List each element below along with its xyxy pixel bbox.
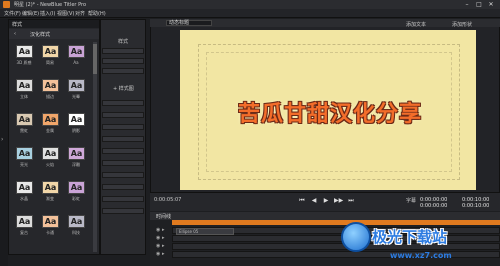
timecode-out-2[interactable]: 0:00:10:00 — [462, 203, 489, 209]
style-thumbnail-label: 彩虹 — [72, 196, 80, 201]
play-icon[interactable]: ▶ — [322, 197, 330, 205]
timeline-clip[interactable]: Ellipse 05 — [176, 228, 234, 235]
style-thumbnail[interactable]: Aa — [16, 181, 33, 194]
step-back-icon[interactable]: ◀ — [310, 197, 318, 205]
property-field[interactable] — [102, 48, 144, 54]
menu-view[interactable]: 视图(V) — [57, 10, 74, 17]
menu-edit[interactable]: 编辑(E) — [22, 10, 39, 17]
back-arrow-icon[interactable]: ‹ — [14, 31, 16, 37]
timeline-track[interactable] — [172, 243, 500, 250]
property-field[interactable] — [102, 68, 144, 74]
library-header — [9, 20, 99, 28]
menu-align[interactable]: 对齐 — [75, 10, 85, 17]
timeline-ruler[interactable] — [172, 220, 500, 225]
style-thumbnail[interactable]: Aa — [16, 215, 33, 228]
property-field[interactable] — [102, 208, 144, 214]
timeline-label: 时间线 — [156, 214, 172, 220]
breadcrumb-label: 汉化样式 — [30, 32, 51, 38]
style-thumbnail[interactable]: Aa — [42, 147, 59, 160]
style-thumbnail[interactable]: Aa — [68, 79, 85, 92]
style-thumbnail-label: 立体 — [20, 94, 28, 99]
watermark-globe-icon — [341, 222, 371, 252]
cue-label: 字幕 — [406, 198, 417, 204]
style-thumbnail-label: 科技 — [72, 230, 80, 235]
library-header-label: 样式 — [12, 22, 23, 28]
eye-icon[interactable]: ◉ ▸ — [156, 236, 168, 241]
property-field[interactable] — [102, 136, 144, 142]
menu-help[interactable]: 帮助(H) — [88, 10, 106, 17]
style-thumbnail[interactable]: Aa — [42, 79, 59, 92]
style-thumbnail-label: 卡通 — [46, 230, 54, 235]
eye-icon[interactable]: ◉ ▸ — [156, 228, 168, 233]
step-forward-icon[interactable]: ▶▶ — [334, 197, 343, 205]
watermark-text: 极光下载站 — [372, 228, 448, 246]
style-thumbnail[interactable]: Aa — [68, 147, 85, 160]
property-field[interactable] — [102, 58, 144, 64]
style-thumbnail-label: 光晕 — [72, 94, 80, 99]
style-thumbnail[interactable]: Aa — [16, 113, 33, 126]
app-icon — [3, 1, 10, 8]
property-field[interactable] — [102, 160, 144, 166]
maximize-icon[interactable]: □ — [473, 1, 485, 8]
style-thumbnail[interactable]: Aa — [16, 79, 33, 92]
property-field[interactable] — [102, 172, 144, 178]
property-field[interactable] — [102, 148, 144, 154]
watermark-url: www.xz7.com — [390, 251, 452, 260]
skip-end-icon[interactable]: ⏭ — [347, 197, 355, 205]
style-thumbnail[interactable]: Aa — [16, 147, 33, 160]
style-thumbnail-label: 复古 — [20, 230, 28, 235]
style-thumbnail[interactable]: Aa — [42, 215, 59, 228]
current-time: 0:00:05:07 — [154, 197, 182, 203]
timeline-header — [150, 212, 500, 220]
library-scrollbar-thumb[interactable] — [93, 44, 97, 74]
add-text-button[interactable]: 添加文本 — [406, 21, 426, 28]
timecode-in-2[interactable]: 0:00:00:00 — [420, 203, 447, 209]
property-field[interactable] — [102, 184, 144, 190]
style-thumbnail[interactable]: Aa — [16, 45, 33, 58]
style-thumbnail[interactable]: Aa — [68, 113, 85, 126]
library-breadcrumb — [9, 29, 99, 39]
style-thumbnail[interactable]: Aa — [42, 45, 59, 58]
style-thumbnail-label: 阴影 — [72, 128, 80, 133]
style-thumbnail[interactable]: Aa — [68, 45, 85, 58]
properties-label: 样式 — [118, 39, 129, 45]
style-thumbnail-label: 亮光 — [20, 162, 28, 167]
style-thumbnail-label: 浮雕 — [72, 162, 80, 167]
style-thumbnail-label: Aa — [73, 60, 79, 65]
style-thumbnail[interactable]: Aa — [68, 181, 85, 194]
style-thumbnail-label: 火焰 — [46, 162, 54, 167]
style-thumbnail-label: 3D 质感 — [16, 60, 32, 65]
timeline-track[interactable] — [172, 235, 500, 242]
property-field[interactable] — [102, 112, 144, 118]
menu-insert[interactable]: 插入(I) — [40, 10, 55, 17]
style-thumbnail-label: 描边 — [46, 94, 54, 99]
style-thumbnail-label: 水晶 — [20, 196, 28, 201]
style-thumbnail-label: 渐变 — [46, 196, 54, 201]
style-thumbnail-label: 霓虹 — [20, 128, 28, 133]
property-field[interactable] — [102, 124, 144, 130]
menu-file[interactable]: 文件(F) — [4, 10, 21, 17]
title-text[interactable]: 苦瓜甘甜汉化分享 — [200, 96, 460, 128]
property-field[interactable] — [102, 196, 144, 202]
skip-start-icon[interactable]: ⏮ — [298, 197, 306, 205]
eye-icon[interactable]: ◉ ▸ — [156, 252, 168, 257]
style-thumbnail[interactable]: Aa — [42, 181, 59, 194]
property-field[interactable] — [102, 100, 144, 106]
eye-icon[interactable]: ◉ ▸ — [156, 244, 168, 249]
style-thumbnail[interactable]: Aa — [42, 113, 59, 126]
minimize-icon[interactable]: – — [461, 1, 473, 8]
style-thumbnail-label: 简易 — [46, 60, 54, 65]
add-shape-button[interactable]: 添加形状 — [452, 21, 472, 28]
style-thumbnail[interactable]: Aa — [68, 215, 85, 228]
add-style-button[interactable]: + 样式图 — [113, 85, 134, 92]
style-thumbnail-label: 金属 — [46, 128, 54, 133]
close-icon[interactable]: ✕ — [485, 1, 497, 8]
collapse-arrow-icon[interactable]: › — [1, 136, 3, 143]
window-title: 明星 (2)* - NewBlue Titler Pro — [14, 2, 87, 8]
mode-dropdown[interactable]: 动态标题 — [166, 20, 212, 26]
